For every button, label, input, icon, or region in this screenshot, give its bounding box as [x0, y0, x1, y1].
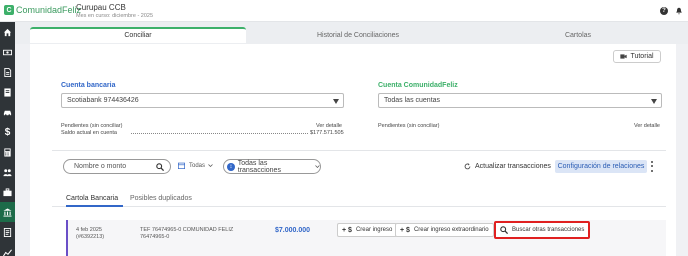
company-name: Curupau CCB — [76, 3, 126, 12]
sidebar: $ — [0, 22, 15, 256]
search-other-transactions-label: Buscar otras transacciones — [512, 227, 585, 233]
bank-balance-value: $177.571.505 — [310, 130, 344, 136]
cf-view-detail-link[interactable]: Ver detalle — [634, 123, 660, 129]
info-icon: ↕ — [227, 162, 235, 171]
search-other-transactions-button[interactable]: Buscar otras transacciones — [494, 221, 591, 239]
bank-balance-label: Saldo actual en cuenta — [61, 130, 117, 136]
calculator-icon[interactable] — [0, 142, 15, 162]
transactions-filter[interactable]: ↕ Todas las transacciones — [223, 159, 321, 174]
tab-historial[interactable]: Historial de Conciliaciones — [250, 29, 466, 45]
transaction-amount: $7.000.000 — [275, 227, 311, 234]
chevron-down-icon — [333, 99, 339, 104]
tab-conciliar[interactable]: Conciliar — [30, 27, 246, 43]
subtab-posibles-duplicados[interactable]: Posibles duplicados — [130, 195, 192, 202]
help-icon[interactable]: ? — [660, 7, 668, 15]
refresh-label: Actualizar transacciones — [475, 163, 551, 170]
refresh-icon — [464, 163, 471, 170]
search-icon — [500, 226, 508, 234]
company-period: Mes en curso: diciembre - 2025 — [76, 13, 154, 19]
bank-account-label: Cuenta bancaria — [61, 82, 116, 89]
bank-view-detail-link[interactable]: Ver detalle — [316, 123, 342, 129]
money-icon[interactable] — [0, 42, 15, 62]
cf-account-select[interactable]: Todas las cuentas — [378, 93, 662, 108]
bank-pending-label: Pendientes (sin conciliar) — [61, 123, 123, 129]
tutorial-label: Tutorial — [630, 53, 654, 60]
receipt-icon[interactable] — [0, 82, 15, 102]
add-money-icon: + $ — [342, 226, 352, 234]
create-income-label: Crear ingreso — [355, 227, 393, 233]
cf-account-value: Todas las cuentas — [384, 97, 441, 104]
car-icon[interactable] — [0, 102, 15, 122]
subtab-active-indicator — [66, 205, 123, 207]
transactions-filter-label: Todas las transacciones — [237, 159, 281, 174]
bank-account-value: Scotiabank 974436426 — [67, 97, 139, 104]
cf-account-label: Cuenta ComunidadFeliz — [378, 82, 458, 89]
dollar-icon[interactable]: $ — [0, 122, 15, 142]
video-icon — [620, 54, 628, 59]
create-extraordinary-income-button[interactable]: + $ Crear ingreso extraordinario — [395, 223, 494, 237]
cf-pending-label: Pendientes (sin conciliar) — [378, 123, 440, 129]
section-divider — [52, 150, 666, 151]
report-icon[interactable] — [0, 222, 15, 242]
calendar-icon — [178, 162, 185, 169]
create-income-button[interactable]: + $ Crear ingreso — [337, 223, 398, 237]
date-filter[interactable]: Todas — [178, 162, 213, 169]
bell-icon[interactable] — [675, 7, 683, 15]
transaction-rut: 76474965-0 — [140, 234, 170, 240]
main-tabs: Conciliar Historial de Conciliaciones Ca… — [15, 22, 688, 44]
logo-mark: C — [4, 5, 14, 15]
search-input[interactable]: Nombre o monto — [63, 159, 171, 174]
search-icon[interactable] — [156, 163, 164, 171]
date-filter-label: Todas — [189, 162, 206, 169]
transaction-id: (#6392213) — [76, 234, 105, 240]
subtab-divider — [52, 206, 666, 207]
people-icon[interactable] — [0, 162, 15, 182]
chevron-down-icon — [208, 164, 213, 168]
search-placeholder: Nombre o monto — [74, 163, 127, 170]
tutorial-button[interactable]: Tutorial — [613, 50, 661, 63]
refresh-transactions-button[interactable]: Actualizar transacciones — [464, 160, 551, 173]
document-icon[interactable] — [0, 62, 15, 82]
subtab-cartola-bancaria[interactable]: Cartola Bancaria — [66, 195, 118, 202]
chart-icon[interactable] — [0, 242, 15, 256]
bank-icon[interactable] — [0, 202, 15, 222]
chevron-down-icon — [315, 165, 320, 168]
add-money-icon: + $ — [400, 226, 410, 234]
transaction-description: TEF 76474965-0 COMUNIDAD FELIZ — [140, 227, 234, 233]
company-selector[interactable]: Curupau CCB Mes en curso: diciembre - 20… — [76, 3, 153, 19]
transaction-date: 4 feb 2025 — [76, 227, 102, 233]
balance-leader-dots — [131, 133, 308, 134]
relations-config-button[interactable]: Configuración de relaciones — [555, 160, 647, 173]
briefcase-icon[interactable] — [0, 182, 15, 202]
create-extraordinary-income-label: Crear ingreso extraordinario — [413, 227, 489, 233]
logo[interactable]: C ComunidadFeliz — [4, 5, 81, 15]
top-bar: C ComunidadFeliz Curupau CCB Mes en curs… — [0, 0, 688, 22]
more-options-icon[interactable] — [649, 160, 655, 173]
logo-text: ComunidadFeliz — [16, 5, 82, 15]
home-icon[interactable] — [0, 22, 15, 42]
bank-account-select[interactable]: Scotiabank 974436426 — [61, 93, 344, 108]
tab-cartolas[interactable]: Cartolas — [470, 29, 686, 45]
chevron-down-icon — [651, 99, 657, 104]
